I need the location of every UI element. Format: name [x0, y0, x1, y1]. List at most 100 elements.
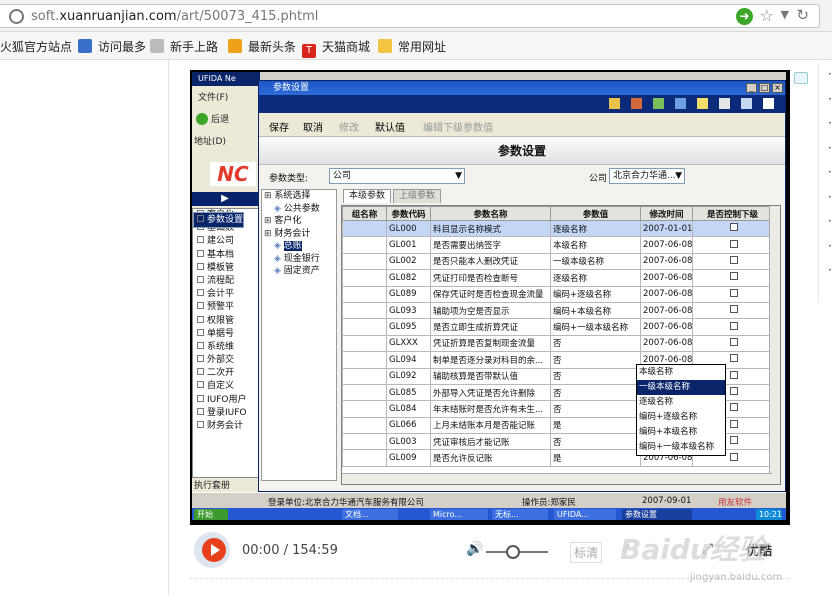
control-checkbox[interactable]: [729, 305, 738, 314]
param-tree-item[interactable]: ⊞ 客户化: [262, 215, 336, 228]
param-tree-item[interactable]: ⊞ 系统选择: [262, 190, 336, 203]
edit-lower-button[interactable]: 编辑下级参数值: [423, 119, 493, 134]
control-checkbox[interactable]: [729, 436, 738, 445]
control-checkbox[interactable]: [729, 255, 738, 264]
param-tree-item[interactable]: ◈ 固定资产: [262, 265, 336, 278]
tool-icon[interactable]: [741, 98, 752, 109]
default-button[interactable]: 默认值: [375, 119, 405, 134]
group-cell[interactable]: [342, 400, 387, 418]
group-cell[interactable]: [342, 219, 387, 238]
name-cell[interactable]: 凭证折算是否复制现金流量: [430, 334, 551, 353]
name-cell[interactable]: 上月未结账本月是否能记账: [430, 416, 551, 435]
name-cell[interactable]: 外部导入凭证是否允许删除: [430, 383, 551, 402]
group-cell[interactable]: [342, 351, 387, 369]
date-cell[interactable]: 2007-06-08: [640, 236, 693, 254]
tool-icon[interactable]: [763, 98, 774, 109]
date-cell[interactable]: 2007-06-08: [640, 301, 693, 320]
cancel-button[interactable]: 取消: [303, 119, 323, 134]
column-header[interactable]: 是否控制下级: [692, 206, 773, 221]
control-checkbox[interactable]: [729, 272, 738, 281]
code-cell[interactable]: GL001: [386, 236, 431, 254]
group-cell[interactable]: [342, 252, 387, 271]
param-tree-item[interactable]: ◈ 现金银行: [262, 253, 336, 266]
control-checkbox[interactable]: [729, 337, 738, 346]
name-cell[interactable]: 是否允许反记账: [430, 449, 551, 467]
maximize-icon[interactable]: □: [759, 83, 770, 93]
group-cell[interactable]: [342, 383, 387, 402]
value-cell[interactable]: 否: [550, 367, 641, 385]
name-cell[interactable]: 科目显示名称模式: [430, 219, 551, 238]
tab-parent-params[interactable]: 上级参数: [393, 189, 441, 203]
column-header[interactable]: 参数名称: [430, 206, 551, 221]
control-checkbox[interactable]: [729, 239, 738, 248]
close-icon[interactable]: ×: [772, 83, 783, 93]
group-cell[interactable]: [342, 318, 387, 336]
control-checkbox[interactable]: [729, 223, 738, 232]
date-cell[interactable]: 2007-01-01: [640, 219, 693, 238]
quality-button[interactable]: 标清: [570, 542, 603, 563]
code-cell[interactable]: GLXXX: [386, 334, 431, 353]
taskbar-item[interactable]: Micro...: [430, 509, 488, 520]
bg-tree-item[interactable]: IUFO用户: [193, 394, 259, 407]
volume-icon[interactable]: 🔊: [466, 541, 483, 557]
dropdown-option[interactable]: 编码+本级名称: [637, 425, 725, 440]
bookmark-item[interactable]: T 天猫商城: [302, 38, 370, 58]
value-cell[interactable]: 逐级名称: [550, 269, 641, 287]
play-button[interactable]: [194, 532, 230, 568]
table-row[interactable]: GL089 保存凭证时是否检查现金流量 编码+逐级名称 2007-06-08: [342, 285, 773, 303]
control-cell[interactable]: [692, 219, 773, 238]
company-select[interactable]: 北京合力华通... ▼: [609, 168, 685, 184]
bookmark-star-icon[interactable]: ☆: [760, 6, 774, 25]
dropdown-option[interactable]: 本级名称: [637, 365, 725, 380]
code-cell[interactable]: GL093: [386, 301, 431, 320]
go-icon[interactable]: ➜: [736, 8, 753, 25]
control-cell[interactable]: [692, 285, 773, 303]
control-checkbox[interactable]: [729, 321, 738, 330]
value-cell[interactable]: 本级名称: [550, 236, 641, 254]
taskbar-item[interactable]: 无标...: [492, 509, 548, 520]
tool-icon[interactable]: [609, 98, 620, 109]
tool-icon[interactable]: [675, 98, 686, 109]
date-cell[interactable]: 2007-06-08: [640, 252, 693, 271]
table-row[interactable]: GL095 是否立即生成折算凭证 编码+一级本级名称 2007-06-08: [342, 318, 773, 336]
url-bar[interactable]: soft.xuanruanjian.com/art/50073_415.phtm…: [0, 4, 820, 28]
control-cell[interactable]: [692, 318, 773, 336]
dropdown-option[interactable]: 编码+逐级名称: [637, 410, 725, 425]
code-cell[interactable]: GL002: [386, 252, 431, 271]
group-cell[interactable]: [342, 236, 387, 254]
code-cell[interactable]: GL082: [386, 269, 431, 287]
tab-own-params[interactable]: 本级参数: [343, 189, 391, 203]
column-header[interactable]: 参数代码: [386, 206, 431, 221]
bg-tree-item[interactable]: 财务会计: [193, 420, 259, 433]
value-cell[interactable]: 否: [550, 433, 641, 451]
group-cell[interactable]: [342, 367, 387, 385]
table-row[interactable]: GLXXX 凭证折算是否复制现金流量否 2007-06-08: [342, 334, 773, 353]
control-checkbox[interactable]: [729, 288, 738, 297]
control-checkbox[interactable]: [729, 370, 738, 379]
name-cell[interactable]: 是否需要出纳签字: [430, 236, 551, 254]
param-tree-item[interactable]: ◈ 公共参数: [262, 203, 336, 216]
name-cell[interactable]: 凭证审核后才能记账: [430, 433, 551, 451]
bg-tree-item[interactable]: 建公司: [193, 235, 259, 248]
bg-tree-item[interactable]: 二次开: [193, 367, 259, 380]
control-cell[interactable]: [692, 334, 773, 353]
group-cell[interactable]: [342, 449, 387, 467]
value-cell[interactable]: 是: [550, 416, 641, 435]
control-cell[interactable]: [692, 301, 773, 320]
date-cell[interactable]: 2007-06-08: [640, 334, 693, 353]
group-cell[interactable]: [342, 416, 387, 435]
taskbar-item[interactable]: 参数设置: [622, 509, 692, 520]
param-type-select[interactable]: 公司 ▼: [329, 168, 465, 184]
table-row[interactable]: GL002 是否只能本人删改凭证 一级本级名称 2007-06-08: [342, 252, 773, 271]
vertical-scrollbar[interactable]: [769, 206, 780, 484]
control-checkbox[interactable]: [729, 403, 738, 412]
dropdown-option[interactable]: 逐级名称: [637, 395, 725, 410]
code-cell[interactable]: GL066: [386, 416, 431, 435]
control-cell[interactable]: [692, 252, 773, 271]
bookmark-item[interactable]: 新手上路: [150, 38, 218, 55]
code-cell[interactable]: GL000: [386, 219, 431, 238]
date-cell[interactable]: 2007-06-08: [640, 269, 693, 287]
dropdown-option[interactable]: 编码+一级本级名称: [637, 440, 725, 455]
code-cell[interactable]: GL094: [386, 351, 431, 369]
tool-icon[interactable]: [697, 98, 708, 109]
